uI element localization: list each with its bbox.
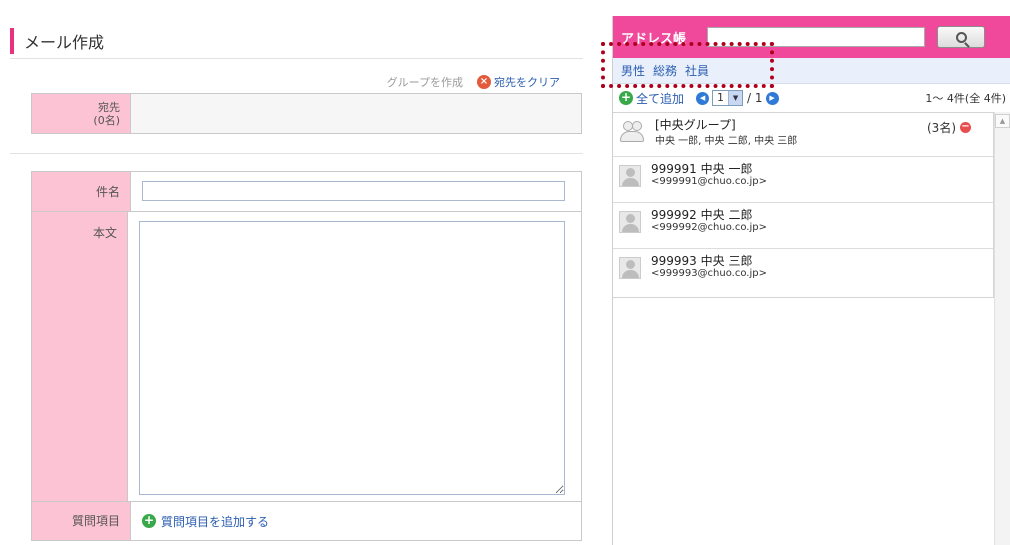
- contact-email: <999993@chuo.co.jp>: [651, 268, 767, 279]
- search-button[interactable]: [937, 26, 985, 48]
- tag-filter-bar: 男性 総務 社員: [613, 58, 1010, 84]
- avatar: [619, 165, 641, 187]
- recipient-actions: グループを作成 × 宛先をクリア: [387, 74, 560, 90]
- list-item[interactable]: 999993 中央 三郎 <999993@chuo.co.jp>: [613, 249, 993, 295]
- list-item[interactable]: 999991 中央 一郎 <999991@chuo.co.jp>: [613, 157, 993, 203]
- avatar: [619, 211, 641, 233]
- contact-email: <999991@chuo.co.jp>: [651, 176, 767, 187]
- group-name: [中央グループ]: [655, 118, 736, 132]
- question-row: 質問項目 + 質問項目を追加する: [32, 502, 581, 540]
- contact-name: 999991 中央 一郎: [651, 162, 753, 176]
- add-question-label: 質問項目を追加する: [161, 514, 270, 529]
- subject-row: 件名: [32, 172, 581, 212]
- list-scrollbar[interactable]: ▲: [994, 112, 1010, 545]
- page-total: / 1: [747, 91, 763, 105]
- plus-circle-icon: +: [619, 90, 633, 105]
- result-count: 1～ 4件(全 4件): [925, 92, 1006, 105]
- create-group-link[interactable]: グループを作成: [387, 74, 463, 90]
- add-all-link[interactable]: + 全て追加: [619, 90, 684, 107]
- subject-input[interactable]: [142, 181, 565, 201]
- search-icon: [955, 31, 967, 43]
- next-page-icon[interactable]: ▶: [765, 91, 779, 105]
- contact-email: <999992@chuo.co.jp>: [651, 222, 767, 233]
- title-accent-bar: [10, 28, 14, 54]
- page-title: メール作成: [24, 33, 105, 52]
- pager-bar: + 全て追加 ◀ 1 ▼ / 1 ▶ 1～ 4件(全 4件): [613, 84, 1010, 112]
- tag-general-affairs[interactable]: 総務: [653, 62, 677, 79]
- plus-circle-icon: +: [142, 513, 156, 528]
- list-item[interactable]: 999992 中央 二郎 <999992@chuo.co.jp>: [613, 203, 993, 249]
- recipients-drop-area[interactable]: [131, 94, 581, 133]
- compose-title-bar: メール作成: [10, 28, 104, 54]
- recipients-label: 宛先 (0名): [32, 94, 131, 133]
- recipients-table: 宛先 (0名): [31, 93, 582, 134]
- clear-recipients-label: 宛先をクリア: [494, 76, 560, 89]
- clear-icon: ×: [477, 75, 491, 89]
- group-count: (3名): [927, 121, 956, 135]
- add-all-label: 全て追加: [636, 91, 685, 106]
- body-row: 本文: [32, 212, 581, 502]
- question-label: 質問項目: [32, 502, 131, 540]
- add-question-link[interactable]: + 質問項目を追加する: [131, 502, 581, 540]
- avatar: [619, 257, 641, 279]
- address-search-input[interactable]: [707, 27, 925, 47]
- contact-name: 999992 中央 二郎: [651, 208, 753, 222]
- list-item-group[interactable]: [中央グループ] 中央 一郎, 中央 二郎, 中央 三郎 (3名) −: [613, 113, 993, 157]
- chevron-down-icon: ▼: [728, 91, 743, 105]
- prev-page-icon[interactable]: ◀: [696, 91, 710, 105]
- page-current: 1: [717, 91, 725, 104]
- body-label: 本文: [32, 212, 128, 501]
- address-book-header: アドレス帳: [613, 16, 1010, 58]
- remove-icon[interactable]: −: [960, 122, 971, 133]
- group-icon: [619, 119, 647, 145]
- to-count: (0名): [93, 113, 120, 127]
- subject-cell: [131, 172, 581, 211]
- contact-list: [中央グループ] 中央 一郎, 中央 二郎, 中央 三郎 (3名) − 9999…: [613, 112, 994, 298]
- scroll-up-icon[interactable]: ▲: [995, 114, 1010, 128]
- mail-form: 件名 本文 質問項目 + 質問項目を追加する: [31, 171, 582, 541]
- to-label: 宛先: [98, 100, 120, 114]
- title-divider: [10, 58, 583, 59]
- section-divider: [10, 153, 583, 154]
- tag-employee[interactable]: 社員: [685, 62, 709, 79]
- group-members: 中央 一郎, 中央 二郎, 中央 三郎: [655, 136, 798, 147]
- clear-recipients-link[interactable]: × 宛先をクリア: [477, 74, 560, 90]
- group-count-area: (3名) −: [927, 119, 971, 136]
- tag-male[interactable]: 男性: [621, 62, 645, 79]
- compose-panel: メール作成 グループを作成 × 宛先をクリア 宛先 (0名) 件名 本文 質問項…: [0, 0, 598, 545]
- body-textarea[interactable]: [139, 221, 565, 495]
- body-cell: [128, 212, 581, 501]
- page-select[interactable]: 1 ▼: [712, 90, 744, 106]
- address-book-title: アドレス帳: [621, 31, 687, 47]
- address-book-panel: アドレス帳 男性 総務 社員 + 全て追加 ◀ 1 ▼ / 1 ▶ 1～ 4件(…: [612, 16, 1010, 545]
- subject-label: 件名: [32, 172, 131, 211]
- contact-name: 999993 中央 三郎: [651, 254, 753, 268]
